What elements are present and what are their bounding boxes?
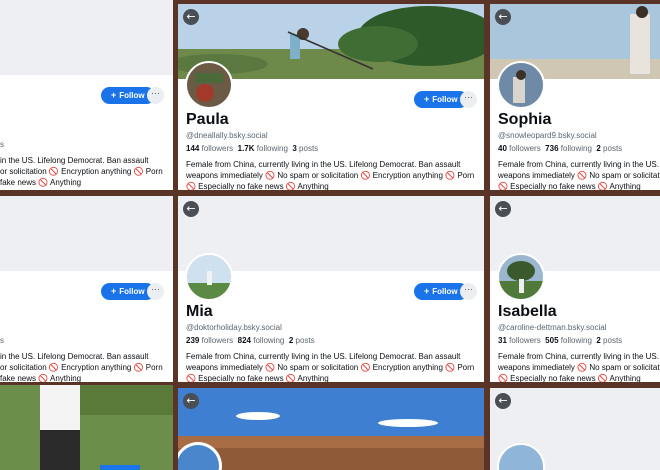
more-options-button[interactable]: ··· <box>147 283 164 300</box>
profile-stats: 31 followers 505 following 2 posts <box>498 336 623 345</box>
profile-bio: Female from China, currently living in t… <box>186 352 475 382</box>
plus-icon: + <box>424 286 430 296</box>
profile-banner <box>178 388 484 470</box>
profile-handle: @caroline-dettman.bsky.social <box>498 323 607 332</box>
avatar <box>185 253 233 301</box>
profile-stats: 239 followers 824 following 2 posts <box>186 336 315 345</box>
profile-bio: in the US. Lifelong Democrat. Ban assaul… <box>0 156 163 187</box>
profile-handle: @doktorholiday.bsky.social <box>186 323 282 332</box>
profile-stats: 40 followers 736 following 2 posts <box>498 144 623 153</box>
back-button[interactable]: ← <box>183 201 199 217</box>
profile-bio: Female from China, currently living in t… <box>498 160 660 190</box>
plus-icon: + <box>424 94 430 104</box>
profile-bio: Female from China, currently living in t… <box>498 352 660 382</box>
plus-icon: + <box>111 90 117 100</box>
profile-card-paula[interactable]: ← + Follow ··· Paula @dneallally.bsky.soc… <box>178 4 484 190</box>
profile-card-sophia[interactable]: ← Sophia @snowleopard9.bsky.social 40 fo… <box>490 4 660 190</box>
profile-card-mia[interactable]: ← + Follow ··· Mia @doktorholiday.bsky.so… <box>178 196 484 382</box>
profile-card-left-top: + Follow ··· s in the US. Lifelong Democr… <box>0 0 173 190</box>
back-button[interactable]: ← <box>183 9 199 25</box>
profile-card-left-middle: + Follow ··· s in the US. Lifelong Democr… <box>0 196 173 382</box>
profile-stats: 144 followers 1.7K following 3 posts <box>186 144 319 153</box>
golf-course-image <box>0 385 173 470</box>
avatar <box>497 253 545 301</box>
profile-stats: s <box>0 336 4 345</box>
profile-name: Sophia <box>498 111 552 128</box>
back-button[interactable]: ← <box>495 201 511 217</box>
avatar <box>497 61 545 109</box>
profile-name: Paula <box>186 111 229 128</box>
back-button[interactable]: ← <box>495 393 511 409</box>
profile-handle: @dneallally.bsky.social <box>186 131 268 140</box>
profile-banner <box>0 385 173 470</box>
more-options-button[interactable]: ··· <box>460 283 477 300</box>
back-button[interactable]: ← <box>183 393 199 409</box>
profile-card-canyon[interactable]: ← <box>178 388 484 470</box>
profile-card-right-bottom[interactable]: ← <box>490 388 660 470</box>
plus-icon: + <box>111 286 117 296</box>
back-button[interactable]: ← <box>495 9 511 25</box>
profile-handle: @snowleopard9.bsky.social <box>498 131 597 140</box>
avatar <box>185 61 233 109</box>
profile-stats: s <box>0 140 4 149</box>
profile-name: Isabella <box>498 303 557 320</box>
profile-card-isabella[interactable]: ← Isabella @caroline-dettman.bsky.social… <box>490 196 660 382</box>
canyon-image <box>178 388 484 470</box>
profile-bio: Female from China, currently living in t… <box>186 160 475 190</box>
profile-banner <box>0 196 173 271</box>
more-options-button[interactable]: ··· <box>147 87 164 104</box>
profile-banner <box>0 0 173 75</box>
more-options-button[interactable]: ··· <box>460 91 477 108</box>
profile-bio: in the US. Lifelong Democrat. Ban assaul… <box>0 352 163 382</box>
profile-card-left-bottom <box>0 385 173 470</box>
profile-name: Mia <box>186 303 213 320</box>
